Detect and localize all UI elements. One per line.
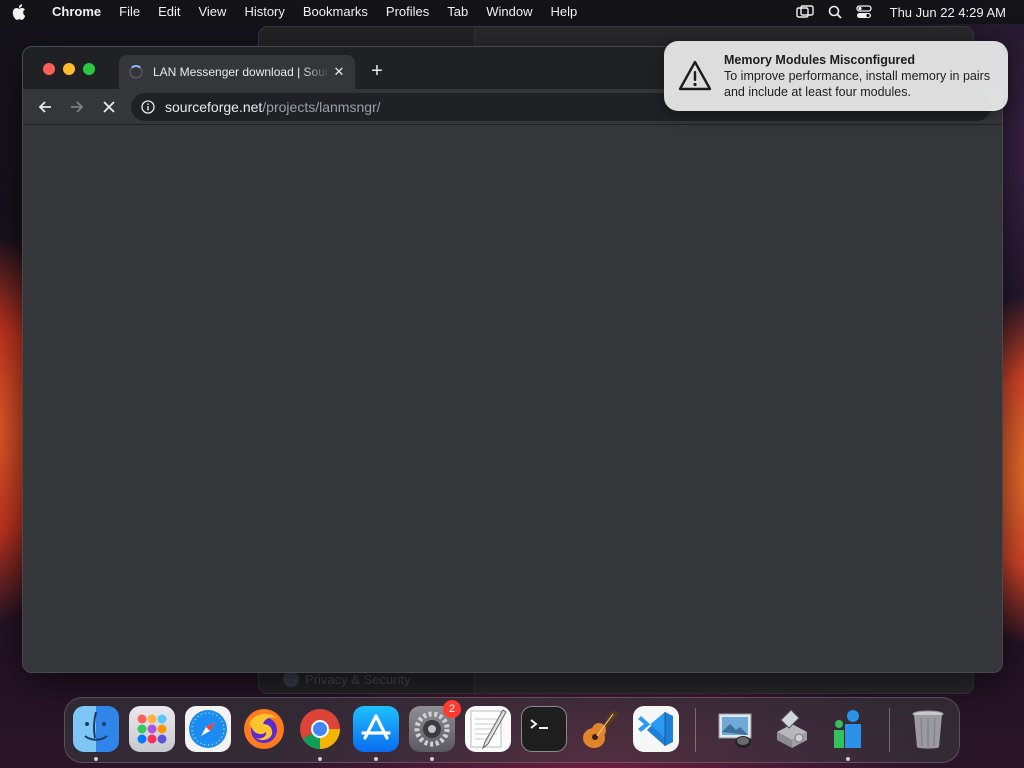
running-indicator	[430, 757, 434, 761]
running-indicator	[318, 757, 322, 761]
running-indicator	[374, 757, 378, 761]
menu-bookmarks[interactable]: Bookmarks	[294, 0, 377, 24]
close-window-button[interactable]	[43, 63, 55, 75]
forward-button[interactable]	[67, 97, 87, 117]
privacy-icon	[283, 671, 299, 687]
site-info-icon[interactable]	[141, 100, 155, 114]
menu-window[interactable]: Window	[477, 0, 541, 24]
new-tab-button[interactable]: +	[367, 61, 387, 81]
loading-spinner-icon	[129, 65, 143, 79]
tab-title: LAN Messenger download | SourceForge	[153, 65, 329, 79]
terminal-icon[interactable]	[521, 706, 567, 752]
screen-mirroring-icon[interactable]	[795, 5, 814, 19]
chrome-icon[interactable]	[297, 706, 343, 761]
url-host: sourceforge.net	[165, 99, 263, 115]
menu-help[interactable]: Help	[542, 0, 587, 24]
zoom-window-button[interactable]	[83, 63, 95, 75]
trash-icon[interactable]	[905, 706, 951, 752]
spotlight-search-icon[interactable]	[828, 5, 842, 19]
notification-title: Memory Modules Misconfigured	[724, 53, 915, 67]
finder-icon[interactable]	[73, 706, 119, 761]
dock: 2	[64, 697, 960, 763]
disk-utility-icon[interactable]	[769, 706, 815, 752]
dock-separator	[889, 708, 890, 752]
sidebar-item-privacy-security[interactable]: Privacy & Security	[283, 671, 410, 687]
launchpad-icon[interactable]	[129, 706, 175, 752]
running-indicator	[94, 757, 98, 761]
menu-history[interactable]: History	[235, 0, 293, 24]
garageband-icon[interactable]	[577, 706, 623, 752]
stop-loading-button[interactable]	[99, 97, 119, 117]
app-store-icon[interactable]	[353, 706, 399, 761]
page-content-blank	[23, 126, 1002, 672]
textedit-icon[interactable]	[465, 706, 511, 752]
menubar-clock[interactable]: Thu Jun 22 4:29 AM	[890, 5, 1006, 20]
menu-view[interactable]: View	[189, 0, 235, 24]
chrome-window: LAN Messenger download | SourceForge ✕ +…	[22, 46, 1003, 673]
preview-icon[interactable]	[713, 706, 759, 752]
notification-banner[interactable]: Memory Modules Misconfigured To improve …	[664, 41, 1008, 111]
safari-icon[interactable]	[185, 706, 231, 752]
vscode-icon[interactable]	[633, 706, 679, 752]
warning-icon	[678, 59, 712, 93]
notification-body: To improve performance, install memory i…	[724, 69, 991, 99]
close-tab-icon[interactable]: ✕	[329, 64, 349, 80]
tab-lan-messenger[interactable]: LAN Messenger download | SourceForge ✕	[119, 55, 355, 89]
system-settings-icon[interactable]: 2	[409, 700, 461, 761]
menu-edit[interactable]: Edit	[149, 0, 189, 24]
menu-bar: Chrome File Edit View History Bookmarks …	[0, 0, 1024, 24]
people-icon[interactable]	[825, 706, 871, 761]
sidebar-item-label: Privacy & Security	[305, 671, 411, 687]
minimize-window-button[interactable]	[63, 63, 75, 75]
apple-menu-icon[interactable]	[12, 4, 34, 20]
notification-badge: 2	[443, 700, 461, 718]
dock-separator	[695, 708, 696, 752]
url-path: /projects/lanmsngr/	[262, 99, 381, 115]
menu-app-chrome[interactable]: Chrome	[34, 0, 110, 24]
window-controls	[43, 63, 95, 75]
firefox-icon[interactable]	[241, 706, 287, 752]
menu-profiles[interactable]: Profiles	[377, 0, 438, 24]
back-button[interactable]	[35, 97, 55, 117]
menu-file[interactable]: File	[110, 0, 149, 24]
running-indicator	[846, 757, 850, 761]
menu-tab[interactable]: Tab	[438, 0, 477, 24]
control-center-icon[interactable]	[855, 5, 872, 19]
